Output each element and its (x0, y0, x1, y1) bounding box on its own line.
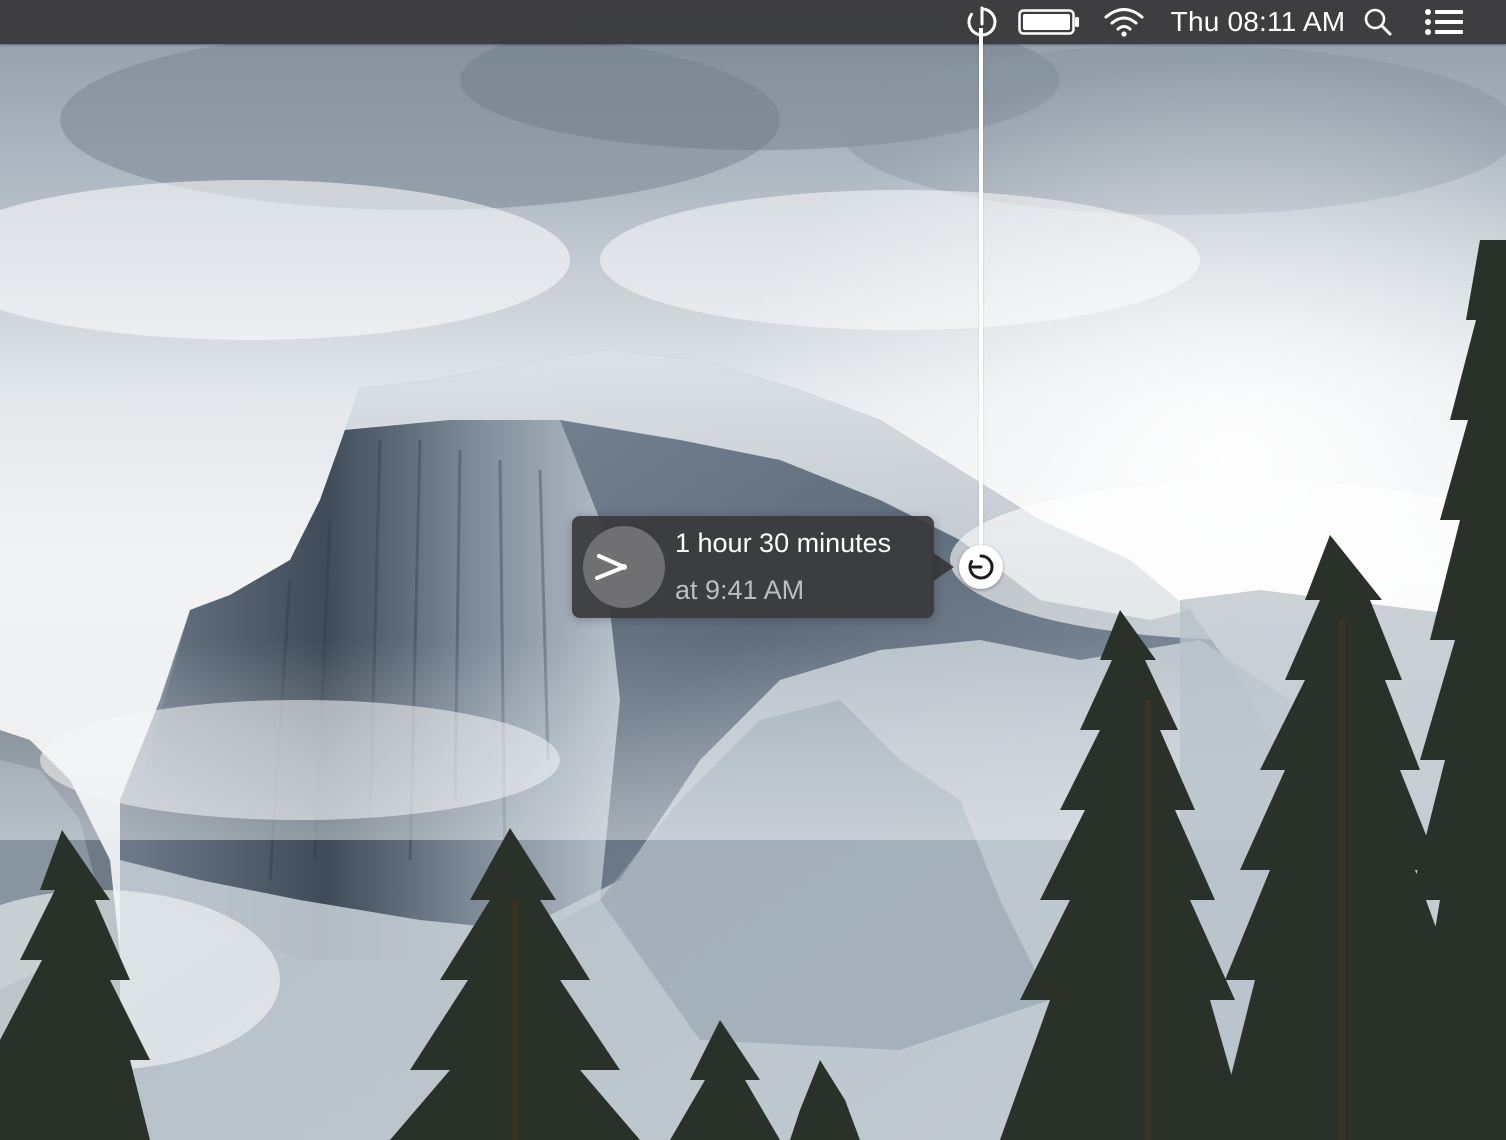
spotlight-search-icon (1364, 8, 1392, 36)
wifi-status[interactable] (1098, 0, 1150, 44)
clock-hands (595, 554, 627, 580)
spotlight-search-button[interactable] (1358, 0, 1398, 44)
timer-drag-handle[interactable] (959, 545, 1003, 589)
menubar-clock[interactable]: Thu 08:11 AM (1160, 0, 1356, 44)
menu-bar: Thu 08:11 AM (0, 0, 1506, 44)
notification-center-button[interactable] (1418, 0, 1470, 44)
timer-end-time-text: at 9:41 AM (675, 575, 805, 605)
battery-status[interactable] (1016, 0, 1082, 44)
battery-icon (1018, 9, 1079, 35)
tooltip-pointer (932, 552, 954, 582)
timer-handle-icon (968, 554, 994, 580)
timer-duration-text: 1 hour 30 minutes (675, 528, 892, 558)
clock-face-icon (583, 526, 665, 608)
desktop: Thu 08:11 AM 1 hour 30 minutes at 9:41 A… (0, 0, 1506, 1140)
notification-center-icon (1425, 9, 1463, 35)
timer-drag-line (979, 28, 983, 558)
timer-tooltip: 1 hour 30 minutes at 9:41 AM (572, 516, 934, 618)
wifi-icon (1104, 8, 1144, 37)
